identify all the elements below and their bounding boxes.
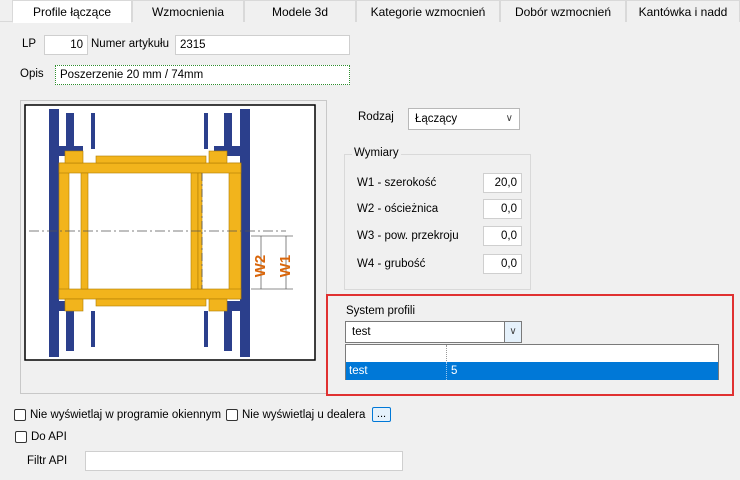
filter-api-label: Filtr API xyxy=(27,455,68,467)
rodzaj-label: Rodzaj xyxy=(358,111,394,123)
lp-field[interactable]: 10 xyxy=(44,35,88,55)
system-dropdown-list: test 5 xyxy=(345,344,719,380)
hide-dealer-checkbox[interactable] xyxy=(226,409,238,421)
w2-label: W2 - ościeżnica xyxy=(357,203,439,215)
w4-field[interactable]: 0,0 xyxy=(483,254,522,274)
w4-label: W4 - grubość xyxy=(357,258,426,270)
option-name: test xyxy=(349,365,368,377)
dropdown-option-empty[interactable] xyxy=(346,345,718,363)
w2-dimension-label: W2 xyxy=(252,255,269,278)
tab-modele-3d[interactable]: Modele 3d xyxy=(244,0,356,22)
chevron-down-icon[interactable]: ∨ xyxy=(504,322,521,342)
rodzaj-select[interactable]: Łączący ∨ xyxy=(408,108,520,130)
w1-field[interactable]: 20,0 xyxy=(483,173,522,193)
more-button[interactable]: ... xyxy=(372,407,391,422)
system-label: System profili xyxy=(346,305,416,317)
tab-kantowka[interactable]: Kantówka i nadd xyxy=(626,0,740,22)
tab-kategorie-wzmocnien[interactable]: Kategorie wzmocnień xyxy=(356,0,500,22)
w1-label: W1 - szerokość xyxy=(357,177,437,189)
opis-field[interactable]: Poszerzenie 20 mm / 74mm xyxy=(55,65,350,85)
tab-profile-laczace[interactable]: Profile łączące xyxy=(12,0,132,23)
api-label: Do API xyxy=(31,431,67,443)
profile-picture-box: W2 W1 xyxy=(20,100,327,394)
article-number-field[interactable]: 2315 xyxy=(175,35,350,55)
tab-dobor-wzmocnien[interactable]: Dobór wzmocnień xyxy=(500,0,626,22)
lp-label: LP xyxy=(22,38,37,50)
w3-field[interactable]: 0,0 xyxy=(483,226,522,246)
system-value: test xyxy=(352,326,371,338)
dropdown-option-test[interactable]: test 5 xyxy=(346,362,718,380)
hide-window-checkbox[interactable] xyxy=(14,409,26,421)
tab-wzmocnienia[interactable]: Wzmocnienia xyxy=(132,0,244,22)
article-number-label: Numer artykułu xyxy=(91,38,169,50)
rodzaj-value: Łączący xyxy=(415,113,458,125)
opis-label: Opis xyxy=(20,68,44,80)
option-value: 5 xyxy=(451,365,458,377)
tab-bar: Profile łączące Wzmocnienia Modele 3d Ka… xyxy=(0,0,740,23)
hide-dealer-label: Nie wyświetlaj u dealera xyxy=(242,409,366,421)
w3-label: W3 - pow. przekroju xyxy=(357,230,459,242)
profile-drawing: W2 W1 xyxy=(24,104,316,361)
w1-dimension-label: W1 xyxy=(277,255,294,278)
chevron-down-icon: ∨ xyxy=(505,113,513,124)
api-checkbox[interactable] xyxy=(15,431,27,443)
w2-field[interactable]: 0,0 xyxy=(483,199,522,219)
system-select[interactable]: test ∨ xyxy=(345,321,522,343)
filter-api-field[interactable] xyxy=(85,451,403,471)
hide-window-label: Nie wyświetlaj w programie okiennym xyxy=(30,409,222,421)
wymiary-title: Wymiary xyxy=(352,147,401,159)
